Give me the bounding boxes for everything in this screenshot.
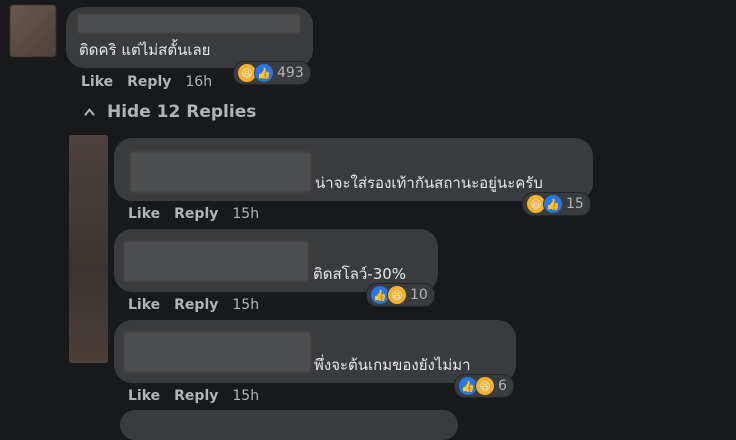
- reply-button[interactable]: Reply: [127, 74, 171, 90]
- timestamp[interactable]: 15h: [232, 388, 259, 404]
- reply-button[interactable]: Reply: [174, 388, 218, 404]
- like-button[interactable]: Like: [128, 297, 160, 313]
- reply-bubble: พึ่งจะต้นเกมของยังไม่มา: [114, 320, 516, 383]
- reply-button[interactable]: Reply: [174, 297, 218, 313]
- avatar[interactable]: [10, 5, 56, 57]
- reply-text: น่าจะใส่รองเท้ากันสถานะอยู่นะครับ: [315, 174, 543, 192]
- reply-button[interactable]: Reply: [174, 206, 218, 222]
- reply-actions: Like Reply 15h: [128, 388, 273, 404]
- like-icon: 👍: [543, 194, 563, 214]
- reaction-count: 10: [410, 287, 428, 303]
- timestamp[interactable]: 15h: [232, 297, 259, 313]
- reply-bubble: น่าจะใส่รองเท้ากันสถานะอยู่นะครับ: [114, 138, 593, 201]
- reaction-summary[interactable]: 😆 👍 493: [233, 61, 311, 85]
- comment-actions: Like Reply 16h: [81, 74, 226, 90]
- like-icon: 👍: [254, 63, 274, 83]
- reaction-summary[interactable]: 👍 😆 10: [366, 283, 435, 307]
- like-button[interactable]: Like: [128, 206, 160, 222]
- like-button[interactable]: Like: [81, 74, 113, 90]
- comment-bubble: ติดคริ แต่ไม่สตั้นเลย: [66, 7, 313, 68]
- reply-actions: Like Reply 15h: [128, 297, 273, 313]
- reply-text: พึ่งจะต้นเกมของยังไม่มา: [314, 356, 471, 374]
- reaction-summary[interactable]: 😆 👍 15: [522, 192, 591, 216]
- reaction-count: 6: [498, 378, 507, 394]
- replier-name[interactable]: [124, 332, 311, 372]
- like-button[interactable]: Like: [128, 388, 160, 404]
- reply-actions: Like Reply 15h: [128, 206, 273, 222]
- timestamp[interactable]: 15h: [232, 206, 259, 222]
- reaction-summary[interactable]: 👍 😆 6: [454, 374, 514, 398]
- reply-bubble: [120, 410, 458, 440]
- reaction-count: 15: [566, 196, 584, 212]
- replier-name[interactable]: [130, 152, 311, 192]
- reaction-count: 493: [277, 65, 304, 81]
- haha-icon: 😆: [387, 285, 407, 305]
- comment-text: ติดคริ แต่ไม่สตั้นเลย: [79, 41, 211, 59]
- hide-replies-label: Hide 12 Replies: [107, 102, 257, 122]
- hide-replies-toggle[interactable]: Hide 12 Replies: [84, 102, 256, 122]
- timestamp[interactable]: 16h: [185, 74, 212, 90]
- haha-icon: 😆: [475, 376, 495, 396]
- replier-name[interactable]: [124, 241, 308, 281]
- reply-avatar[interactable]: [69, 135, 108, 363]
- commenter-name[interactable]: [78, 14, 300, 33]
- chevron-up-icon: [84, 107, 95, 116]
